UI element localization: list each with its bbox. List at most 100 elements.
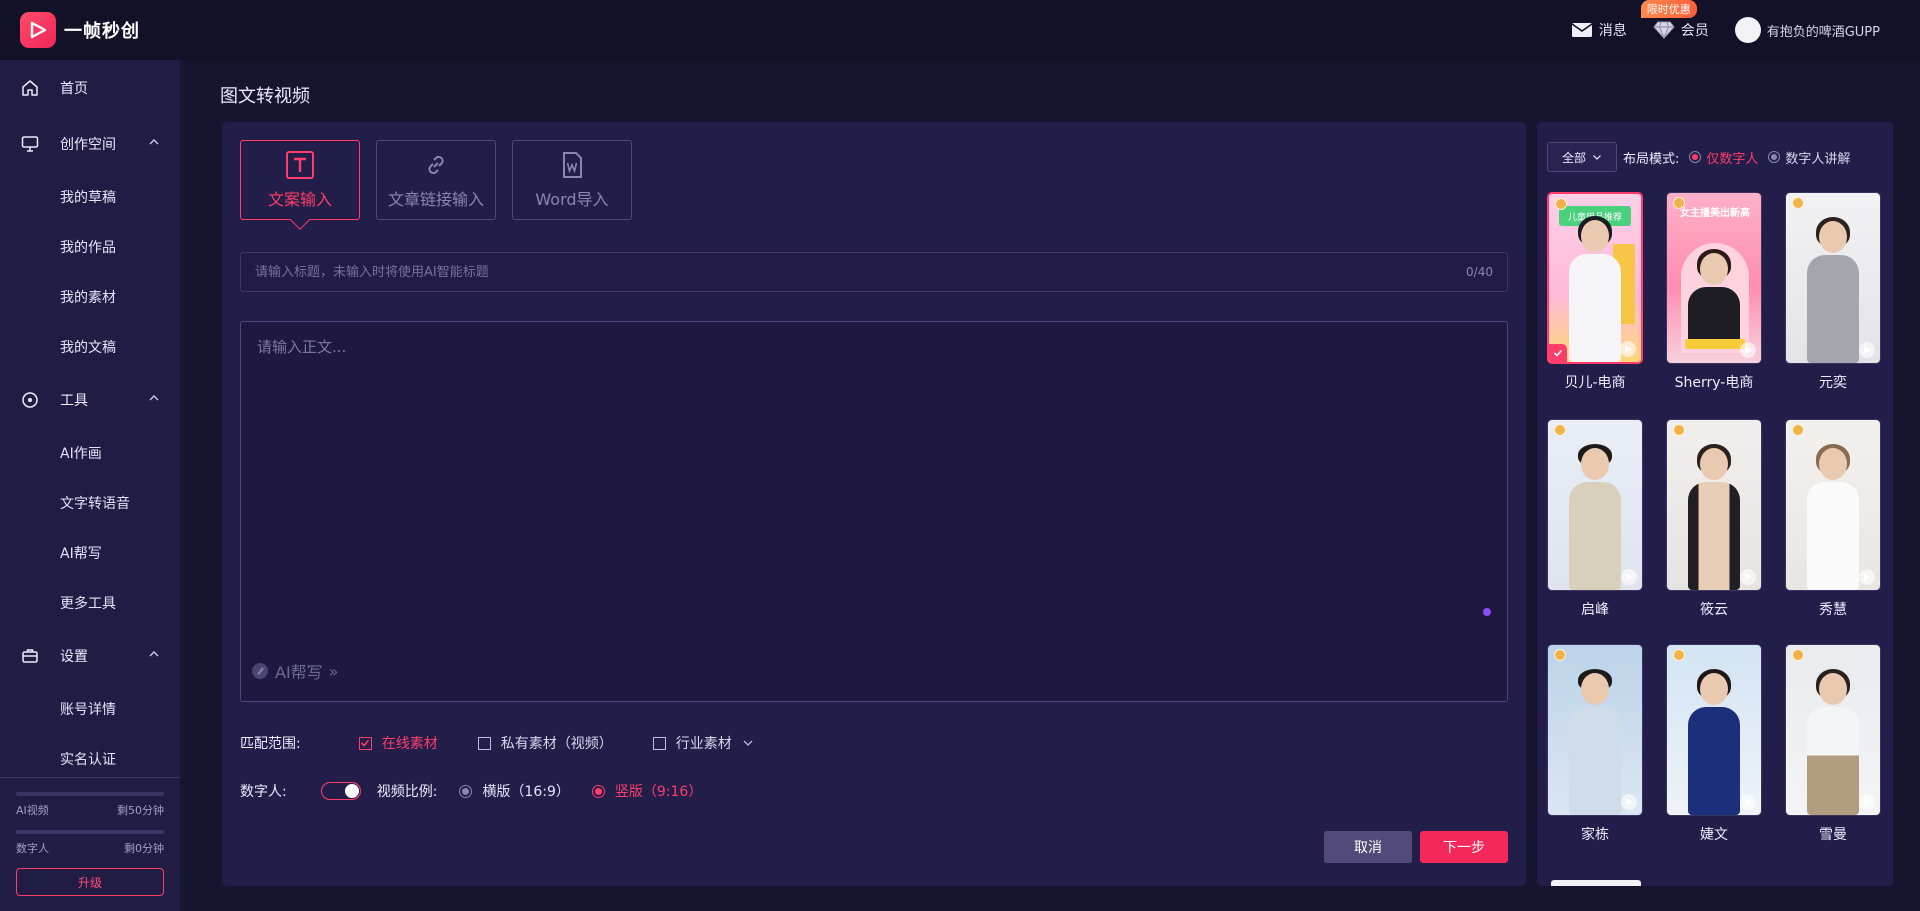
play-icon[interactable] [1859,794,1875,810]
unchecked-icon [652,736,666,750]
text-icon [286,151,314,179]
checked-icon [358,736,372,750]
chevron-up-icon [149,651,159,657]
checkbox-private-material[interactable]: 私有素材（视频） [477,733,613,753]
logo[interactable]: 一帧秒创 [20,12,140,48]
avatar-name: Sherry-电商 [1674,375,1754,391]
sidebar-item-ai-painting[interactable]: AI作画 [0,428,180,478]
checkbox-online-material[interactable]: 在线素材 [358,733,438,753]
avatar-card-xiuhui[interactable]: 秀慧 [1785,419,1881,619]
body-input[interactable] [241,322,1507,642]
tab-label: Word导入 [535,190,609,209]
radio-selected-icon [591,784,605,798]
avatar-card-jiewen[interactable]: 婕文 [1666,644,1762,844]
play-icon[interactable] [1620,341,1636,357]
avatar-card-xiaoyun[interactable]: 筱云 [1666,419,1762,619]
layout-option-human-only[interactable]: 仅数字人 [1689,148,1758,167]
play-icon[interactable] [1740,342,1756,358]
play-icon[interactable] [1740,569,1756,585]
monitor-icon [20,134,40,154]
sidebar-item-tts[interactable]: 文字转语音 [0,478,180,528]
ai-write-icon [252,663,268,679]
play-icon[interactable] [1621,794,1637,810]
sidebar-group-label: 工具 [60,393,88,409]
tab-word-import[interactable]: Word导入 [512,140,632,220]
digital-human-toggle[interactable] [320,782,361,800]
chevron-up-icon [149,139,159,145]
avatar-card-beier[interactable]: 儿童用品推荐 贝儿-电商 [1547,192,1643,392]
avatar-card-sherry[interactable]: 女主播美出新高 Sherry-电商 [1666,192,1762,392]
tab-text-input[interactable]: 文案输入 [240,140,360,230]
tab-link-input[interactable]: 文章链接输入 [376,140,496,220]
radio-selected-icon [1689,151,1702,163]
crown-icon [1792,197,1804,209]
title-field[interactable]: 0/40 [240,252,1508,292]
video-quota: AI视频 剩50分钟 [16,802,164,818]
sidebar-item-drafts[interactable]: 我的草稿 [0,172,180,222]
messages-button[interactable]: 消息 [1571,20,1627,40]
diamond-icon [1653,21,1675,40]
avatar-card-yuanyi[interactable]: 元奕 [1785,192,1881,392]
sidebar-item-ai-write[interactable]: AI帮写 [0,528,180,578]
play-icon[interactable] [1859,569,1875,585]
ai-write-label: AI帮写 [275,663,323,682]
app-name: 一帧秒创 [64,21,140,42]
play-icon[interactable] [1621,569,1637,585]
human-quota-label: 数字人 [16,842,49,855]
selected-check-icon [1549,344,1567,362]
radio-portrait[interactable]: 竖版（9:16） [591,781,702,801]
avatar-figure [1688,669,1740,815]
crown-icon [1673,197,1685,209]
sidebar-group-settings[interactable]: 设置 [0,628,180,684]
avatar-figure [1569,669,1621,815]
sidebar-item-account[interactable]: 账号详情 [0,684,180,734]
avatar [1734,17,1761,43]
messages-label: 消息 [1598,23,1627,39]
logo-play-icon [20,12,56,48]
member-button[interactable]: 限时优惠 会员 [1640,0,1709,40]
link-icon [428,155,444,175]
layout-option-human-explain[interactable]: 数字人讲解 [1768,148,1850,167]
radio-landscape[interactable]: 横版（16:9） [459,781,570,801]
avatar-thumbnail [1785,192,1881,364]
sidebar-item-materials[interactable]: 我的素材 [0,272,180,322]
ai-write-button[interactable]: AI帮写 » [251,659,338,683]
play-icon[interactable] [1740,794,1756,810]
avatar-panel: 全部 布局模式: 仅数字人 数字人讲解 儿童用品推荐 [1537,122,1893,886]
crown-icon [1792,649,1804,661]
checkbox-label: 在线素材 [381,736,438,752]
crown-icon [1673,649,1685,661]
title-input[interactable] [255,264,1467,280]
mail-icon [1571,23,1593,37]
avatar-card-xueman[interactable]: 雪曼 [1785,644,1881,844]
checkbox-label: 私有素材（视频） [500,736,613,752]
upgrade-button[interactable]: 升级 [16,868,164,896]
body-editor[interactable]: AI帮写 » [240,321,1508,702]
tab-pointer [290,210,310,230]
next-button[interactable]: 下一步 [1420,831,1508,863]
avatar-figure [1688,444,1740,590]
sidebar-item-home[interactable]: 首页 [0,60,180,116]
radio-icon [459,784,473,798]
checkbox-industry-material[interactable]: 行业素材 [652,733,754,753]
user-menu[interactable]: 有抱负的啤酒GUPP [1734,17,1880,43]
sidebar-group-creation[interactable]: 创作空间 [0,116,180,172]
avatar-thumbnail [1666,644,1762,816]
avatar-card-qifeng[interactable]: 启峰 [1547,419,1643,619]
play-icon[interactable] [1859,342,1875,358]
avatar-thumbnail [1785,419,1881,591]
next-row-card-edge [1551,880,1641,886]
sidebar-item-more-tools[interactable]: 更多工具 [0,578,180,628]
avatar-figure [1807,444,1859,590]
digital-human-label: 数字人: [240,784,287,800]
sidebar-item-scripts[interactable]: 我的文稿 [0,322,180,372]
cancel-button[interactable]: 取消 [1324,831,1412,863]
sidebar-group-tools[interactable]: 工具 [0,372,180,428]
sidebar-item-works[interactable]: 我的作品 [0,222,180,272]
avatar-card-jiadong[interactable]: 家栋 [1547,644,1643,844]
avatar-filter-select[interactable]: 全部 [1547,142,1617,172]
thumb-decor [1685,339,1745,349]
avatar-figure [1569,444,1621,590]
thumb-caption: 女主播美出新高 [1680,208,1750,219]
tab-label: 文章链接输入 [387,190,484,209]
